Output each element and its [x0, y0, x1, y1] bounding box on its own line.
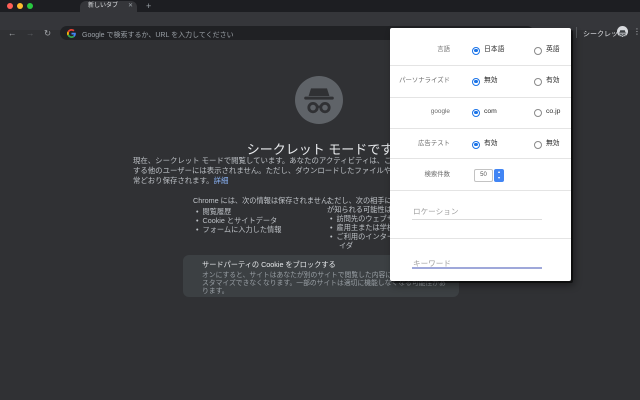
radio-adtest-on[interactable]: [472, 140, 480, 149]
result-count-stepper[interactable]: ▲ ▼: [494, 169, 504, 182]
setting-row-ad-test: 広告テスト 有効 無効: [390, 137, 571, 151]
popup-divider: [390, 65, 571, 66]
radio-label[interactable]: 有効: [484, 137, 498, 151]
keyword-input[interactable]: [412, 267, 542, 269]
tab-title: 新しいタブ: [88, 3, 119, 9]
popup-divider: [390, 190, 571, 191]
reload-icon[interactable]: ↻: [44, 28, 51, 38]
popup-divider: [390, 238, 571, 239]
setting-row-google-domain: google com co.jp: [390, 105, 571, 119]
radio-label[interactable]: 日本語: [484, 43, 504, 57]
result-count-input[interactable]: 50: [474, 169, 493, 182]
toolbar-divider: [576, 27, 577, 38]
tab-new-tab[interactable]: 新しいタブ ✕: [80, 1, 137, 12]
not-saved-item: Cookie とサイトデータ: [196, 216, 278, 225]
radio-language-english[interactable]: [534, 46, 542, 55]
address-placeholder: Google で検索するか、URL を入力してください: [82, 31, 234, 39]
learn-more-link[interactable]: 詳細: [214, 176, 229, 185]
new-tab-button[interactable]: +: [146, 1, 151, 12]
radio-personalized-off[interactable]: [472, 77, 480, 86]
menu-dots-icon[interactable]: ⋮: [633, 27, 640, 36]
not-saved-item: フォームに入力した情報: [196, 225, 282, 234]
google-g-icon: [67, 29, 76, 38]
visible-to-item-wrap: イダ: [339, 241, 354, 250]
back-icon[interactable]: ←: [8, 28, 17, 38]
radio-label[interactable]: 無効: [546, 137, 560, 151]
incognito-icon: [618, 30, 627, 37]
radio-adtest-off[interactable]: [534, 140, 542, 149]
radio-label[interactable]: co.jp: [546, 105, 560, 119]
not-saved-item: 閲覧履歴: [196, 207, 232, 216]
popup-divider: [390, 158, 571, 159]
setting-row-personalized: パーソナライズド 無効 有効: [390, 74, 571, 88]
traffic-light-minimize-icon[interactable]: [17, 3, 23, 9]
radio-google-cojp[interactable]: [534, 108, 542, 117]
incognito-avatar[interactable]: [617, 26, 628, 37]
radio-label[interactable]: 有効: [546, 74, 560, 88]
setting-label: 言語: [437, 46, 450, 53]
radio-label[interactable]: com: [484, 105, 497, 119]
setting-label: 広告テスト: [418, 140, 450, 147]
tab-close-icon[interactable]: ✕: [128, 1, 133, 12]
popup-divider: [390, 97, 571, 98]
radio-label[interactable]: 英語: [546, 43, 560, 57]
forward-icon[interactable]: →: [26, 28, 35, 38]
radio-google-com[interactable]: [472, 108, 480, 117]
radio-label[interactable]: 無効: [484, 74, 498, 88]
stepper-down-icon[interactable]: ▼: [494, 175, 504, 181]
setting-label: パーソナライズド: [399, 77, 450, 84]
not-saved-heading: Chrome には、次の情報は保存されません。: [193, 196, 336, 205]
popup-divider: [390, 128, 571, 129]
traffic-light-close-icon[interactable]: [7, 3, 13, 9]
radio-personalized-on[interactable]: [534, 77, 542, 86]
cookie-card-body-3: ります。: [202, 288, 229, 295]
tab-bar: 新しいタブ ✕ +: [0, 0, 640, 12]
setting-label: google: [430, 108, 450, 115]
incognito-logo: [295, 76, 343, 124]
extension-popup: 言語 日本語 英語 パーソナライズド 無効 有効 google com co.j…: [390, 28, 571, 281]
setting-label: 検索件数: [424, 171, 450, 178]
visible-to-item: 雇用主または学校: [330, 223, 395, 232]
location-input[interactable]: [412, 219, 542, 220]
incognito-hat-glasses-icon: [304, 88, 334, 114]
location-input-placeholder: ロケーション: [413, 207, 459, 216]
setting-row-result-count: 検索件数 50 ▲ ▼: [390, 168, 571, 182]
radio-language-japanese[interactable]: [472, 46, 480, 55]
traffic-light-zoom-icon[interactable]: [27, 3, 33, 9]
setting-row-language: 言語 日本語 英語: [390, 43, 571, 57]
